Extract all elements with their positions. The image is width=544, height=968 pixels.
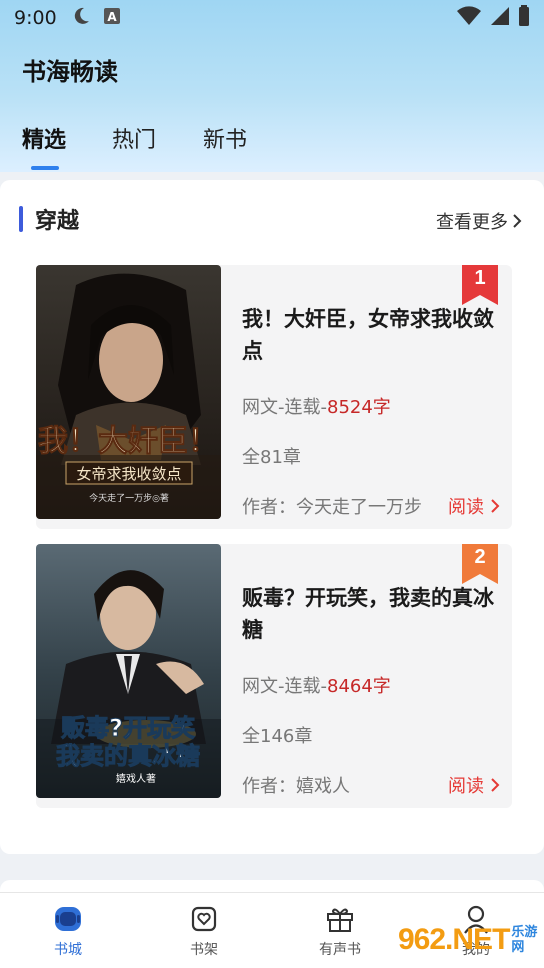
wifi-icon — [456, 5, 482, 31]
status-bar: 9:00 A — [0, 0, 544, 36]
rank-number: 2 — [474, 546, 486, 568]
nav-audiobooks[interactable]: 有声书 — [300, 903, 380, 959]
book-category: 网文-连载- — [242, 676, 327, 697]
next-section-edge — [0, 880, 544, 892]
book-word-count: 8464字 — [327, 676, 391, 697]
cover-author-text: 嬉戏人著 — [116, 772, 156, 785]
app-title: 书海畅读 — [22, 58, 118, 86]
bookstore-icon — [28, 903, 108, 935]
book-cover[interactable]: 贩毒?开玩笑 我卖的真冰糖 嬉戏人著 — [36, 544, 221, 798]
cover-author-text: 今天走了一万步◎著 — [89, 492, 169, 504]
read-label: 阅读 — [448, 776, 484, 797]
book-card[interactable]: 贩毒?开玩笑 我卖的真冰糖 嬉戏人著 2 贩毒？开玩笑，我卖的真冰糖 网文-连载… — [36, 544, 512, 808]
nav-bookstore[interactable]: 书城 — [28, 903, 108, 959]
battery-icon — [518, 4, 530, 32]
book-title[interactable]: 我！大奸臣，女帝求我收敛点 — [242, 303, 498, 367]
book-meta: 网文-连载-8464字 — [242, 672, 391, 698]
nav-bookshelf[interactable]: 书架 — [164, 903, 244, 959]
book-cover[interactable]: 我！大奸臣！ 女帝求我收敛点 今天走了一万步◎著 — [36, 265, 221, 519]
cover-subtitle-text: 我卖的真冰糖 — [56, 742, 200, 770]
site-watermark: 962.NET 乐游网 — [398, 918, 538, 962]
category-section: 穿越 查看更多 我！大奸臣！ 女帝求我收敛点 今天走了一万步◎著 1 我！大奸臣… — [0, 180, 544, 854]
book-category: 网文-连载- — [242, 397, 327, 418]
tab-bar: 精选 热门 新书 — [0, 118, 544, 172]
tab-hot[interactable]: 热门 — [112, 122, 156, 154]
book-card[interactable]: 我！大奸臣！ 女帝求我收敛点 今天走了一万步◎著 1 我！大奸臣，女帝求我收敛点… — [36, 265, 512, 529]
book-author: 作者：今天走了一万步 — [242, 497, 422, 518]
rank-number: 1 — [474, 267, 486, 289]
book-title[interactable]: 贩毒？开玩笑，我卖的真冰糖 — [242, 582, 498, 646]
section-accent-bar — [19, 206, 23, 232]
font-a-icon: A — [103, 7, 121, 30]
active-tab-indicator — [31, 166, 59, 170]
rank-badge: 2 — [462, 544, 498, 584]
bookshelf-heart-icon — [164, 903, 244, 935]
book-word-count: 8524字 — [327, 397, 391, 418]
watermark-side-text: 乐游网 — [511, 925, 538, 955]
book-author: 作者：嬉戏人 — [242, 776, 350, 797]
book-chapters: 全81章 — [242, 447, 301, 468]
cover-title-text: 贩毒?开玩笑 — [61, 714, 195, 742]
rank-badge: 1 — [462, 265, 498, 305]
nav-label: 有声书 — [319, 942, 361, 958]
view-more-label: 查看更多 — [436, 212, 508, 233]
read-button[interactable]: 阅读 — [448, 772, 500, 798]
book-chapters: 全146章 — [242, 726, 313, 747]
moon-icon — [71, 6, 91, 31]
view-more-link[interactable]: 查看更多 — [436, 208, 522, 234]
svg-text:A: A — [107, 10, 117, 24]
chevron-right-icon — [513, 214, 522, 228]
signal-icon — [490, 6, 510, 31]
tab-new-books[interactable]: 新书 — [203, 122, 247, 154]
cover-title-text: 我！大奸臣！ — [38, 424, 218, 459]
section-title: 穿越 — [35, 209, 80, 234]
tab-featured[interactable]: 精选 — [22, 122, 66, 154]
book-meta: 网文-连载-8524字 — [242, 393, 391, 419]
nav-label: 书城 — [54, 942, 82, 958]
chevron-right-icon — [491, 778, 500, 792]
nav-label: 书架 — [190, 942, 218, 958]
header-background: 9:00 A 书海畅读 精选 热门 新书 — [0, 0, 544, 172]
cover-subtitle-text: 女帝求我收敛点 — [76, 465, 181, 483]
gift-icon — [300, 903, 380, 935]
read-label: 阅读 — [448, 497, 484, 518]
status-time: 9:00 — [14, 7, 57, 29]
chevron-right-icon — [491, 499, 500, 513]
read-button[interactable]: 阅读 — [448, 493, 500, 519]
watermark-logo-text: 962.NET — [398, 923, 510, 956]
